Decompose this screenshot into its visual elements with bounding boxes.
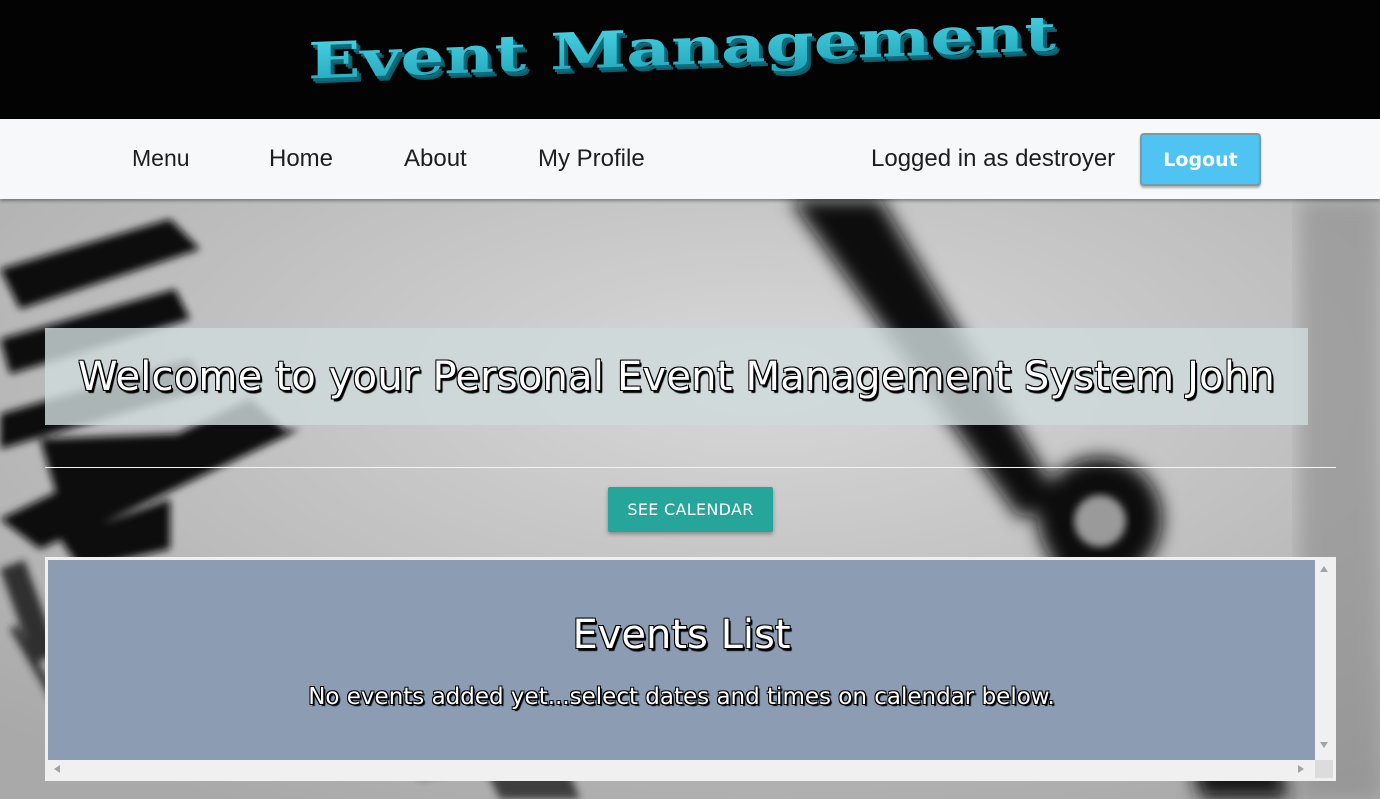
events-list-title: Events List: [572, 612, 791, 658]
events-list-content: Events List No events added yet...select…: [48, 560, 1315, 760]
logged-in-status: Logged in as destroyer: [871, 145, 1116, 172]
welcome-banner: Welcome to your Personal Event Managemen…: [45, 328, 1308, 425]
scroll-down-arrow-icon[interactable]: [1320, 742, 1328, 748]
logo: Event Management Event Management Event …: [308, 18, 1060, 96]
nav-about-link[interactable]: About: [404, 145, 467, 173]
page: Event Management Event Management Event …: [0, 0, 1380, 799]
events-empty-message: No events added yet...select dates and t…: [308, 684, 1055, 710]
nav-menu[interactable]: Menu: [132, 145, 190, 172]
logout-button[interactable]: Logout: [1140, 133, 1261, 186]
navbar: Menu Home About My Profile Logged in as …: [0, 119, 1380, 199]
nav-my-profile-link[interactable]: My Profile: [538, 145, 645, 173]
scrollbar-corner: [1315, 760, 1333, 778]
horizontal-scrollbar[interactable]: [48, 760, 1315, 778]
top-header: Event Management Event Management Event …: [0, 0, 1380, 119]
see-calendar-button[interactable]: SEE CALENDAR: [608, 487, 773, 532]
scroll-up-arrow-icon[interactable]: [1320, 566, 1328, 572]
scroll-right-arrow-icon[interactable]: [1298, 765, 1304, 773]
scroll-left-arrow-icon[interactable]: [54, 765, 60, 773]
divider: [45, 467, 1336, 468]
nav-home-link[interactable]: Home: [269, 145, 333, 173]
events-list-panel: Events List No events added yet...select…: [45, 557, 1336, 781]
vertical-scrollbar[interactable]: [1315, 560, 1333, 760]
welcome-heading: Welcome to your Personal Event Managemen…: [78, 353, 1275, 400]
